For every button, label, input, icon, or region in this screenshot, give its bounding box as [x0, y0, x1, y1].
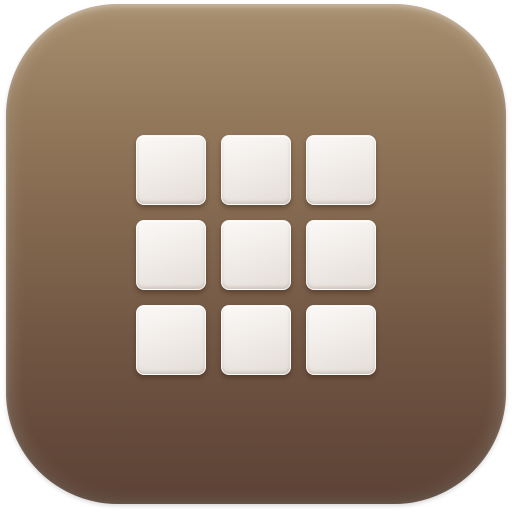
grid-tile-2 [221, 135, 291, 205]
app-launcher-icon[interactable] [6, 4, 506, 504]
canvas [0, 0, 512, 512]
grid-tile-8 [221, 305, 291, 375]
grid-tile-1 [136, 135, 206, 205]
grid-tile-5 [221, 220, 291, 290]
grid-tile-3 [306, 135, 376, 205]
grid-3x3-icon [136, 135, 384, 383]
grid-tile-9 [306, 305, 376, 375]
grid-tile-6 [306, 220, 376, 290]
grid-tile-4 [136, 220, 206, 290]
grid-tile-7 [136, 305, 206, 375]
